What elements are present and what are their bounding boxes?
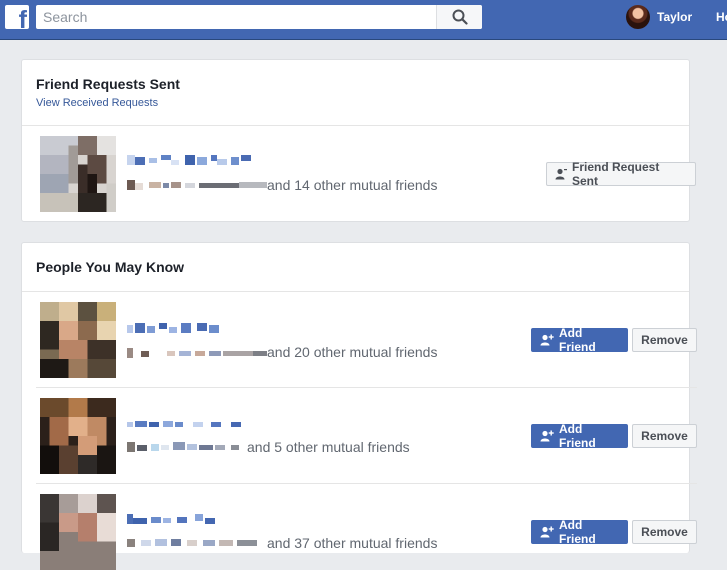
row-divider (36, 387, 697, 388)
name-redacted (127, 421, 241, 427)
remove-button[interactable]: Remove (632, 328, 697, 352)
search-button[interactable] (436, 5, 482, 29)
mutual-friends-redacted (127, 180, 267, 190)
mutual-friends-text: and 20 other mutual friends (267, 344, 438, 360)
home-link[interactable]: Home (716, 10, 727, 24)
profile-picture[interactable] (40, 136, 116, 212)
user-icon (555, 168, 567, 180)
name-redacted (127, 323, 219, 333)
button-label: Remove (641, 525, 688, 539)
add-friend-button[interactable]: Add Friend (531, 422, 628, 450)
mutual-friends-text: and 14 other mutual friends (267, 177, 438, 193)
remove-button[interactable]: Remove (632, 520, 697, 544)
friend-request-sent-button[interactable]: Friend Request Sent (546, 160, 696, 188)
search-box (36, 5, 482, 29)
add-friend-icon (540, 334, 554, 346)
button-label: Add Friend (559, 518, 596, 546)
profile-picture[interactable] (40, 302, 116, 378)
mutual-friends-redacted (127, 442, 239, 452)
mutual-friends-redacted (127, 539, 257, 547)
people-you-may-know-card: People You May Know and 20 other mutual … (21, 242, 697, 570)
mutual-friends-redacted (127, 348, 267, 358)
profile-name: Taylor (657, 10, 693, 24)
divider (22, 125, 689, 126)
name-redacted (127, 155, 251, 165)
add-friend-button[interactable]: Add Friend (531, 518, 628, 546)
top-navigation-bar: f Taylor Home (0, 0, 727, 40)
facebook-logo-icon[interactable]: f (5, 5, 29, 29)
avatar (626, 5, 650, 29)
button-label: Remove (641, 333, 688, 347)
button-label: Remove (641, 429, 688, 443)
button-label: Friend Request Sent (572, 160, 660, 188)
profile-picture[interactable] (40, 494, 116, 570)
add-friend-icon (540, 430, 554, 442)
add-friend-button[interactable]: Add Friend (531, 326, 628, 354)
mutual-friends-text: and 37 other mutual friends (267, 535, 438, 551)
profile-picture[interactable] (40, 398, 116, 474)
card-title: Friend Requests Sent (36, 76, 180, 92)
button-label: Add Friend (559, 422, 596, 450)
search-input[interactable] (36, 5, 436, 29)
row-divider (36, 483, 697, 484)
remove-button[interactable]: Remove (632, 424, 697, 448)
search-icon (452, 9, 468, 25)
name-redacted (127, 514, 215, 524)
add-friend-icon (540, 526, 554, 538)
view-received-requests-link[interactable]: View Received Requests (36, 97, 158, 109)
friend-requests-sent-card: Friend Requests Sent View Received Reque… (21, 59, 696, 222)
card-title: People You May Know (36, 259, 185, 275)
button-label: Add Friend (559, 326, 596, 354)
divider (22, 291, 689, 292)
mutual-friends-text: and 5 other mutual friends (247, 439, 410, 455)
